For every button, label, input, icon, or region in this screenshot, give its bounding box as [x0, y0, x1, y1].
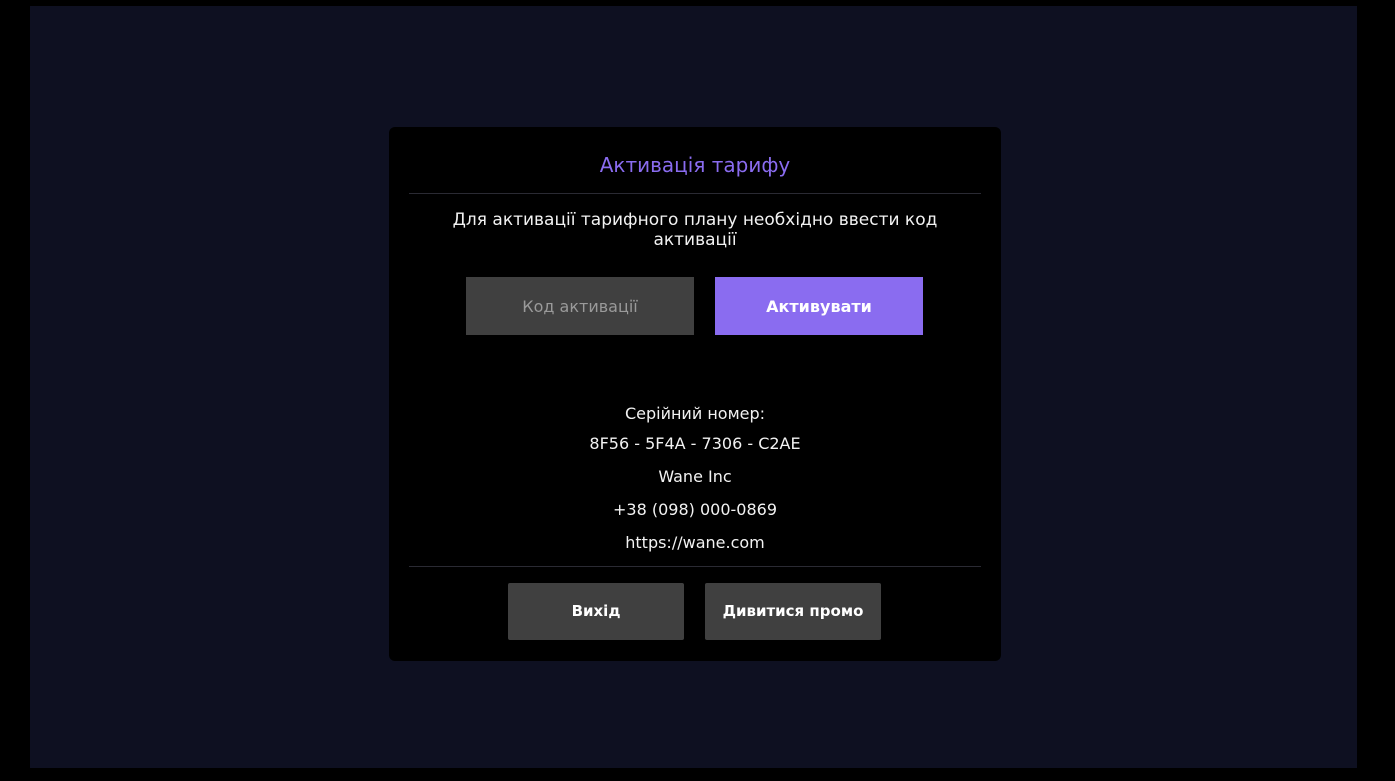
exit-button[interactable]: Вихід [508, 583, 684, 640]
activation-code-input[interactable] [466, 277, 694, 335]
serial-number-value: 8F56 - 5F4A - 7306 - C2AE [589, 434, 801, 453]
footer-divider [409, 566, 981, 567]
company-name: Wane Inc [658, 467, 732, 486]
website-url: https://wane.com [625, 533, 765, 552]
phone-number: +38 (098) 000-0869 [613, 500, 777, 519]
activate-button[interactable]: Активувати [715, 277, 923, 335]
activation-message: Для активації тарифного плану необхідно … [452, 210, 938, 250]
watch-promo-button[interactable]: Дивитися промо [705, 583, 881, 640]
serial-number-label: Серійний номер: [624, 404, 766, 423]
dialog-title: Активація тарифу [599, 153, 791, 177]
tariff-activation-dialog: Активація тарифу Для активації тарифного… [389, 127, 1001, 661]
header-divider [409, 193, 981, 194]
